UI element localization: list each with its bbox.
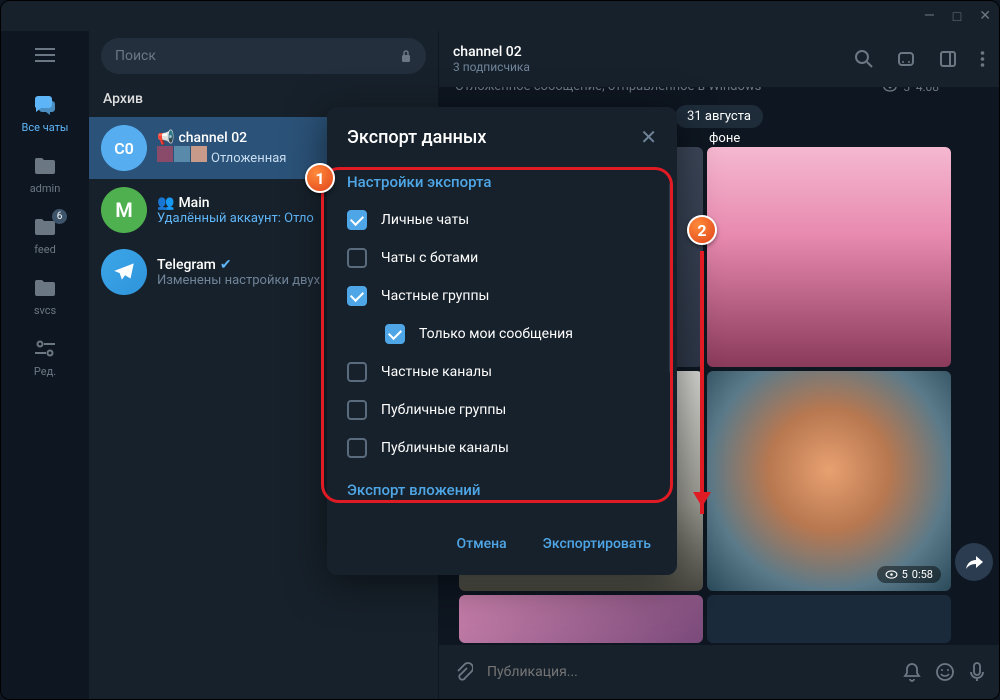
export-option-personal-chats[interactable]: Личные чаты [327, 201, 677, 239]
message-text: Отложенное сообщение, отправленное в Win… [455, 87, 761, 94]
sidebar-item-label: Ред. [34, 365, 56, 378]
voice-icon[interactable] [969, 661, 985, 683]
chat-subtitle: Отложенная [211, 151, 286, 166]
export-option-only-my-messages[interactable]: Только мои сообщения [327, 315, 677, 353]
chat-header-subtitle: 3 подписчика [453, 60, 844, 74]
cancel-button[interactable]: Отмена [440, 527, 522, 561]
window-maximize-button[interactable]: □ [953, 8, 961, 25]
avatar: C0 [101, 125, 147, 171]
annotation-arrow [700, 251, 704, 514]
media-thumbs [157, 146, 207, 162]
composer-input[interactable] [487, 664, 889, 680]
avatar: M [101, 187, 147, 233]
composer [439, 645, 999, 699]
dialog-section-title: Настройки экспорта [327, 167, 677, 201]
checkbox-icon [347, 286, 367, 306]
export-option-public-groups[interactable]: Публичные группы [327, 391, 677, 429]
emoji-icon[interactable] [935, 662, 955, 682]
menu-button[interactable] [25, 37, 65, 73]
sidebar-item-label: admin [30, 182, 61, 195]
sidebar-item-label: svcs [34, 304, 56, 317]
search-row: Поиск [89, 31, 438, 81]
checkbox-icon [347, 362, 367, 382]
annotation-marker-2: 2 [687, 215, 717, 245]
date-badge: 31 августа [675, 105, 763, 128]
sidebar-item-label: feed [34, 243, 56, 256]
message-time: 4:08 [916, 87, 939, 94]
export-data-dialog: Экспорт данных ✕ Настройки экспорта Личн… [327, 107, 677, 575]
chat-title: Telegram [157, 257, 216, 273]
option-label: Частные каналы [381, 364, 492, 380]
eye-icon [883, 87, 897, 92]
gallery-image[interactable] [459, 595, 703, 643]
attach-icon[interactable] [453, 662, 473, 682]
sidebar-item-edit[interactable]: Ред. [1, 327, 89, 388]
option-label: Чаты с ботами [381, 250, 478, 266]
search-input[interactable]: Поиск [101, 38, 426, 74]
checkbox-icon [347, 438, 367, 458]
sidepanel-icon[interactable] [938, 49, 958, 69]
chat-header: channel 02 3 подписчика [439, 31, 999, 87]
option-label: Публичные каналы [381, 440, 509, 456]
lock-icon [400, 49, 412, 63]
verified-icon: ✔ [220, 257, 232, 273]
settings-icon [31, 337, 59, 361]
group-icon: 👥 [157, 195, 174, 211]
unread-badge: 6 [52, 209, 67, 224]
window-minimize-button[interactable]: — [924, 8, 935, 24]
close-icon[interactable]: ✕ [640, 125, 657, 149]
export-option-private-channels[interactable]: Частные каналы [327, 353, 677, 391]
more-icon[interactable] [980, 49, 985, 69]
sidebar-item-all-chats[interactable]: Все чаты [1, 83, 89, 144]
dialog-title: Экспорт данных [347, 127, 486, 148]
window-titlebar: — □ ✕ [1, 1, 999, 31]
folder-icon [31, 154, 59, 178]
folder-icon [31, 276, 59, 300]
option-label: Частные группы [381, 288, 489, 304]
megaphone-icon: 📢 [157, 130, 174, 146]
message-meta: 5 0:58 [877, 566, 941, 583]
views-count: 5 [903, 87, 910, 94]
option-label: Личные чаты [381, 212, 469, 228]
stream-icon[interactable] [896, 49, 916, 69]
chats-icon [31, 93, 59, 117]
export-option-public-channels[interactable]: Публичные каналы [327, 429, 677, 467]
gallery-image[interactable]: 5 0:58 [707, 371, 951, 591]
checkbox-icon [385, 324, 405, 344]
window-close-button[interactable]: ✕ [979, 8, 991, 24]
chat-header-title: channel 02 [453, 44, 844, 60]
option-label: Публичные группы [381, 402, 506, 418]
avatar [101, 249, 147, 295]
archive-label: Архив [103, 91, 143, 107]
sidebar-item-admin[interactable]: admin [1, 144, 89, 205]
search-placeholder: Поиск [115, 48, 156, 64]
sidebar-item-svcs[interactable]: svcs [1, 266, 89, 327]
chat-title: Main [178, 195, 209, 211]
notify-icon[interactable] [903, 662, 921, 682]
sidebar-item-label: Все чаты [22, 121, 69, 134]
scrollbar[interactable] [669, 183, 673, 373]
checkbox-icon [347, 210, 367, 230]
forward-button[interactable] [955, 543, 993, 581]
search-icon[interactable] [854, 49, 874, 69]
export-option-bot-chats[interactable]: Чаты с ботами [327, 239, 677, 277]
checkbox-icon [347, 248, 367, 268]
gallery-caption: фоне [709, 131, 740, 146]
truncated-message: Отложенное сообщение, отправленное в Win… [455, 87, 939, 94]
gallery-image[interactable] [707, 147, 951, 367]
option-label: Только мои сообщения [419, 326, 573, 342]
annotation-marker-1: 1 [305, 163, 335, 193]
gallery-image[interactable] [707, 595, 951, 643]
sidebar-item-feed[interactable]: 6 feed [1, 205, 89, 266]
checkbox-icon [347, 400, 367, 420]
export-option-private-groups[interactable]: Частные группы [327, 277, 677, 315]
left-sidebar: Все чаты admin 6 feed svcs Ред. [1, 31, 89, 699]
dialog-section-title: Экспорт вложений [327, 467, 677, 509]
export-button[interactable]: Экспортировать [527, 527, 667, 561]
chat-title: channel 02 [178, 130, 247, 146]
